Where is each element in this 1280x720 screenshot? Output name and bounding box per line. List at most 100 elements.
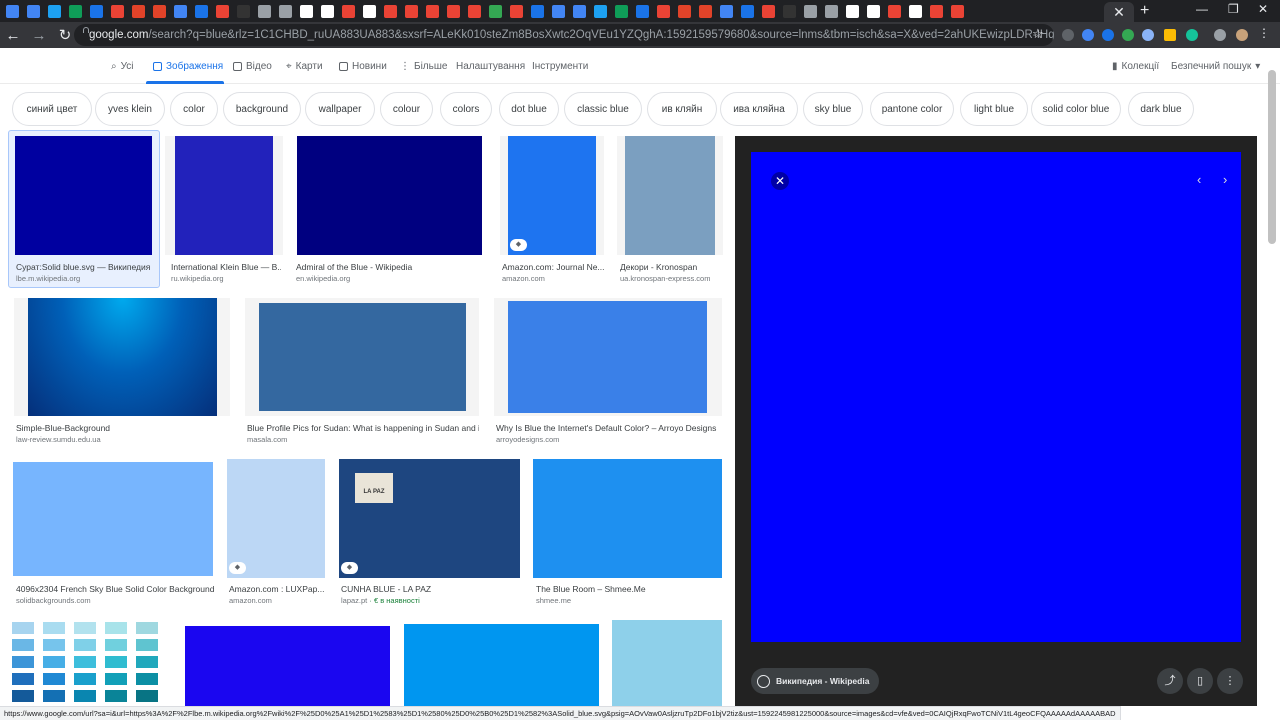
avatar[interactable] bbox=[1236, 29, 1248, 41]
related-search-chip[interactable]: sky blue bbox=[803, 92, 863, 126]
save-bookmark-icon[interactable]: ▯ bbox=[1187, 668, 1213, 694]
result-caption[interactable]: CUNHA BLUE - LA PAZ bbox=[341, 584, 521, 594]
tab-favicon[interactable] bbox=[867, 4, 880, 18]
tab-more[interactable]: ⋮ Більше bbox=[400, 61, 447, 72]
chevron-right-icon[interactable]: › bbox=[1223, 172, 1227, 187]
tab-favicon[interactable] bbox=[552, 4, 565, 18]
result-caption[interactable]: The Blue Room – Shmee.Me bbox=[536, 584, 722, 594]
preview-image[interactable]: ✕ ‹ › bbox=[751, 152, 1241, 642]
active-tab[interactable]: ✕ bbox=[1104, 2, 1134, 22]
tab-favicon[interactable] bbox=[657, 4, 670, 18]
related-search-chip[interactable]: синий цвет bbox=[12, 92, 92, 126]
safesearch-dropdown[interactable]: Безпечний пошук ▾ bbox=[1171, 61, 1260, 72]
result-thumbnail[interactable] bbox=[612, 620, 722, 706]
tab-favicon[interactable] bbox=[258, 4, 271, 18]
result-caption[interactable]: Amazon.com: Journal Ne... bbox=[502, 262, 604, 272]
result-thumbnail[interactable] bbox=[15, 136, 152, 255]
extension-icon[interactable] bbox=[1164, 29, 1176, 41]
share-icon[interactable]: ⤴ bbox=[1157, 668, 1183, 694]
tab-favicon[interactable] bbox=[741, 4, 754, 18]
tab-favicon[interactable] bbox=[153, 4, 166, 18]
related-search-chip[interactable]: color bbox=[170, 92, 218, 126]
extension-icon[interactable] bbox=[1142, 29, 1154, 41]
extension-icon[interactable] bbox=[1082, 29, 1094, 41]
tab-favicon[interactable] bbox=[720, 4, 733, 18]
result-caption[interactable]: Amazon.com : LUXPap... bbox=[229, 584, 327, 594]
tab-favicon[interactable] bbox=[447, 4, 460, 18]
menu-kebab-icon[interactable]: ⋮ bbox=[1258, 26, 1270, 40]
tab-favicon[interactable] bbox=[678, 4, 691, 18]
tab-favicon[interactable] bbox=[468, 4, 481, 18]
result-thumbnail[interactable] bbox=[175, 136, 273, 255]
translate-icon[interactable] bbox=[1102, 29, 1114, 41]
tab-favicon[interactable] bbox=[195, 4, 208, 18]
tab-favicon[interactable] bbox=[174, 4, 187, 18]
tab-favicon[interactable] bbox=[363, 4, 376, 18]
tab-favicon[interactable] bbox=[699, 4, 712, 18]
tab-favicon[interactable] bbox=[321, 4, 334, 18]
tab-favicon[interactable] bbox=[132, 4, 145, 18]
tab-favicon[interactable] bbox=[615, 4, 628, 18]
tab-favicon[interactable] bbox=[342, 4, 355, 18]
result-caption[interactable]: Сурат:Solid blue.svg — Википедия bbox=[16, 262, 158, 272]
result-caption[interactable]: Why Is Blue the Internet's Default Color… bbox=[496, 423, 722, 433]
tab-favicon[interactable] bbox=[69, 4, 82, 18]
color-swatch-thumbnail[interactable] bbox=[12, 622, 172, 706]
result-thumbnail[interactable] bbox=[259, 303, 466, 411]
related-search-chip[interactable]: classic blue bbox=[564, 92, 642, 126]
tab-favicon[interactable] bbox=[405, 4, 418, 18]
result-caption[interactable]: Simple-Blue-Background bbox=[16, 423, 228, 433]
new-tab-button[interactable]: + bbox=[1140, 2, 1149, 20]
tab-favicon[interactable] bbox=[930, 4, 943, 18]
extension-icon[interactable] bbox=[1062, 29, 1074, 41]
tab-favicon[interactable] bbox=[594, 4, 607, 18]
maximize-icon[interactable]: ❐ bbox=[1228, 2, 1239, 16]
tab-favicon[interactable] bbox=[27, 4, 40, 18]
tab-favicon[interactable] bbox=[888, 4, 901, 18]
source-badge[interactable]: Википедия - Wikipedia bbox=[751, 668, 880, 694]
extension-icon[interactable] bbox=[1122, 29, 1134, 41]
tab-favicon[interactable] bbox=[216, 4, 229, 18]
tab-favicon[interactable] bbox=[951, 4, 964, 18]
tab-favicon[interactable] bbox=[426, 4, 439, 18]
result-thumbnail[interactable] bbox=[508, 301, 707, 413]
related-search-chip[interactable]: dot blue bbox=[499, 92, 559, 126]
related-search-chip[interactable]: yves klein bbox=[95, 92, 165, 126]
tab-news[interactable]: Новини bbox=[339, 61, 387, 72]
result-thumbnail[interactable] bbox=[625, 136, 715, 255]
result-thumbnail[interactable] bbox=[508, 136, 596, 255]
result-thumbnail[interactable] bbox=[28, 298, 217, 416]
settings-link[interactable]: Налаштування bbox=[456, 61, 525, 72]
collections-link[interactable]: ▮ Колекції bbox=[1112, 61, 1159, 72]
result-thumbnail[interactable] bbox=[13, 462, 213, 576]
tab-favicon[interactable] bbox=[762, 4, 775, 18]
result-caption[interactable]: Blue Profile Pics for Sudan: What is hap… bbox=[247, 423, 479, 433]
related-search-chip[interactable]: colour bbox=[380, 92, 433, 126]
related-search-chip[interactable]: ив кляйн bbox=[647, 92, 717, 126]
related-search-chip[interactable]: light blue bbox=[960, 92, 1028, 126]
result-caption[interactable]: International Klein Blue — B... bbox=[171, 262, 281, 272]
bookmark-star-icon[interactable]: ☆ bbox=[1032, 26, 1044, 42]
tab-all[interactable]: ⌕ Усі bbox=[111, 61, 134, 72]
tab-maps[interactable]: ⌖ Карти bbox=[286, 61, 323, 72]
tab-images[interactable]: Зображення bbox=[153, 61, 223, 72]
tab-favicon[interactable] bbox=[636, 4, 649, 18]
back-icon[interactable]: ← bbox=[0, 27, 26, 44]
result-caption[interactable]: Admiral of the Blue - Wikipedia bbox=[296, 262, 486, 272]
more-options-icon[interactable]: ⋮ bbox=[1217, 668, 1243, 694]
tab-favicon[interactable] bbox=[111, 4, 124, 18]
chevron-left-icon[interactable]: ‹ bbox=[1197, 172, 1201, 187]
forward-icon[interactable]: → bbox=[26, 27, 52, 44]
related-search-chip[interactable]: pantone color bbox=[870, 92, 954, 126]
address-bar[interactable]: google.com/search?q=blue&rlz=1C1CHBD_ruU… bbox=[74, 24, 1054, 46]
tab-favicon[interactable] bbox=[531, 4, 544, 18]
tab-favicon[interactable] bbox=[48, 4, 61, 18]
tab-favicon[interactable] bbox=[279, 4, 292, 18]
result-caption[interactable]: 4096x2304 French Sky Blue Solid Color Ba… bbox=[16, 584, 216, 594]
tab-favicon[interactable] bbox=[825, 4, 838, 18]
related-search-chip[interactable]: solid color blue bbox=[1031, 92, 1121, 126]
result-caption[interactable]: Декори - Kronospan bbox=[620, 262, 724, 272]
minimize-icon[interactable]: — bbox=[1196, 2, 1208, 16]
tab-favicon[interactable] bbox=[846, 4, 859, 18]
tab-favicon[interactable] bbox=[90, 4, 103, 18]
